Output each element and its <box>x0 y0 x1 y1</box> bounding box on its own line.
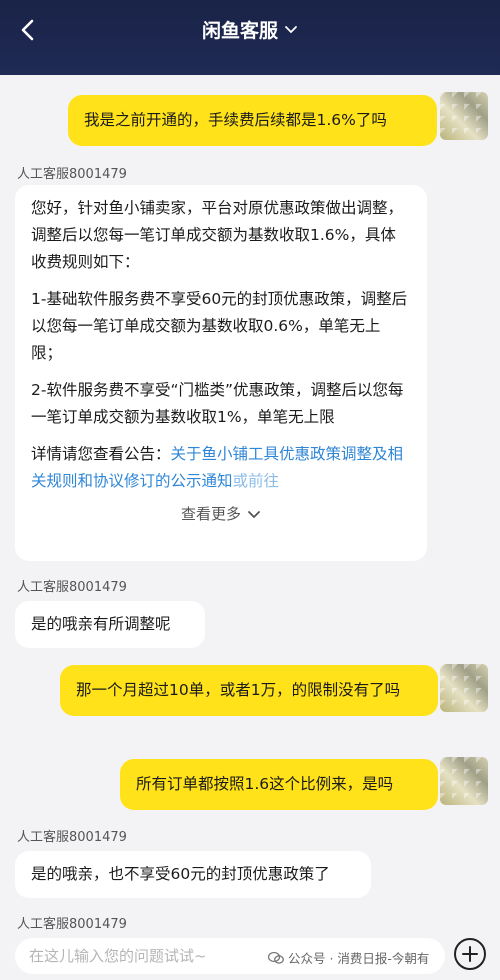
page-title: 闲鱼客服 <box>201 20 278 42</box>
watermark-text: 公众号 · 消费日报-今朝有 <box>288 951 430 966</box>
user-avatar <box>440 757 488 805</box>
agent-name: 人工客服8001479 <box>17 167 127 182</box>
user-avatar <box>440 92 488 140</box>
agent-message: 是的哦亲，也不享受60元的封顶优惠政策了 <box>15 851 371 898</box>
agent-name: 人工客服8001479 <box>17 580 127 595</box>
title-dropdown[interactable]: 闲鱼客服 <box>0 16 500 43</box>
view-more-button[interactable]: 查看更多 <box>31 501 411 528</box>
chevron-down-icon <box>285 25 297 33</box>
announcement-suffix: 或前往 <box>232 472 280 490</box>
watermark: 公众号 · 消费日报-今朝有 <box>268 948 429 967</box>
message-text: 我是之前开通的，手续费后续都是1.6%了吗 <box>84 111 387 129</box>
message-paragraph: 1-基础软件服务费不享受60元的封顶优惠政策，调整后以您每一笔订单成交额为基数收… <box>31 290 408 362</box>
chat-area[interactable]: 我是之前开通的，手续费后续都是1.6%了吗 人工客服8001479 您好，针对鱼… <box>0 75 500 932</box>
user-message: 那一个月超过10单，或者1万，的限制没有了吗 <box>60 665 438 716</box>
wechat-icon <box>268 951 284 964</box>
message-paragraph: 您好，针对鱼小铺卖家，平台对原优惠政策做出调整，调整后以您每一笔订单成交额为基数… <box>31 199 404 271</box>
top-bar: 闲鱼客服 <box>0 0 500 75</box>
agent-message: 是的哦亲有所调整呢 <box>15 601 205 648</box>
agent-message: 您好，针对鱼小铺卖家，平台对原优惠政策做出调整，调整后以您每一笔订单成交额为基数… <box>15 185 427 561</box>
user-message: 所有订单都按照1.6这个比例来，是吗 <box>120 759 438 810</box>
plus-button[interactable] <box>454 938 486 970</box>
message-paragraph: 详情请您查看公告：关于鱼小铺工具优惠政策调整及相关规则和协议修订的公示通知或前往 <box>31 441 411 495</box>
message-text: 是的哦亲有所调整呢 <box>31 615 171 633</box>
user-avatar <box>440 664 488 712</box>
chevron-down-icon <box>248 510 260 518</box>
input-bar: 在这儿输入您的问题试试~ 公众号 · 消费日报-今朝有 <box>0 930 500 980</box>
agent-name: 人工客服8001479 <box>17 830 127 845</box>
announcement-prefix: 详情请您查看公告： <box>31 445 171 463</box>
plus-icon <box>462 946 478 962</box>
message-text: 是的哦亲，也不享受60元的封顶优惠政策了 <box>31 865 330 883</box>
user-message: 我是之前开通的，手续费后续都是1.6%了吗 <box>68 95 437 146</box>
message-text: 所有订单都按照1.6这个比例来，是吗 <box>136 775 394 793</box>
message-paragraph: 2-软件服务费不享受“门槛类”优惠政策，调整后以您每一笔订单成交额为基数收取1%… <box>31 381 404 426</box>
view-more-label: 查看更多 <box>180 505 241 523</box>
input-placeholder: 在这儿输入您的问题试试~ <box>29 947 207 965</box>
message-text: 那一个月超过10单，或者1万，的限制没有了吗 <box>76 681 401 699</box>
